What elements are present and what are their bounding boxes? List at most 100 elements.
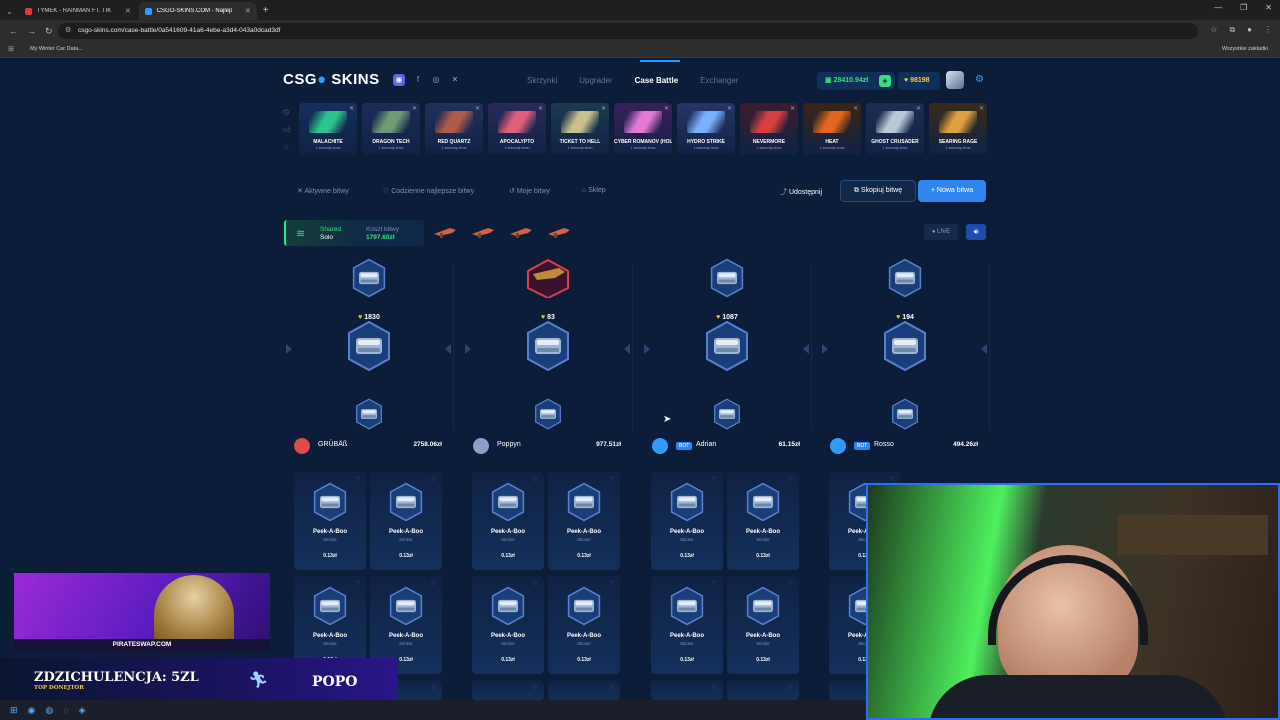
subnav-active-battles[interactable]: ✕ Aktywne bitwy	[297, 187, 349, 195]
close-icon[interactable]: ✕	[727, 105, 732, 112]
minimize-icon[interactable]: —	[1214, 3, 1222, 12]
close-icon[interactable]: ✕	[790, 105, 795, 112]
favorite-icon[interactable]: ♡	[533, 684, 538, 691]
favorite-icon[interactable]: ♡	[533, 580, 538, 587]
player-header[interactable]: GRÜBÄß 2758.06zł	[284, 436, 454, 456]
drop-card[interactable]: ✕ DRAGON TECH 1 sekundę temu	[362, 103, 420, 155]
clock-icon[interactable]: ◷	[283, 108, 297, 116]
site-logo[interactable]: CSG● SKINS	[283, 71, 380, 88]
settings-gear-icon[interactable]: ⚙	[975, 74, 984, 85]
drop-card[interactable]: ✕ RED QUARTZ 1 sekundę temu	[425, 103, 483, 155]
favorite-icon[interactable]: ♡	[609, 476, 614, 483]
favorite-icon[interactable]: ♡	[788, 476, 793, 483]
favorite-icon[interactable]: ♡	[788, 684, 793, 691]
favorite-icon[interactable]: ♡	[431, 684, 436, 691]
new-tab-icon[interactable]: +	[263, 2, 269, 20]
close-icon[interactable]: ✕	[601, 105, 606, 112]
close-icon[interactable]: ✕	[349, 105, 354, 112]
all-bookmarks-link[interactable]: Wszystkie zakładki	[1222, 46, 1268, 52]
player-header[interactable]: BOT Adrian 61.15zł	[642, 436, 812, 456]
back-icon[interactable]: ←	[9, 26, 18, 36]
share-button[interactable]: ⤴ Udostępnij	[780, 187, 822, 197]
discord-icon[interactable]: ◉	[393, 74, 405, 86]
item-card[interactable]: ♡ Peek-A-Boo Sticker 0.13zł	[370, 472, 442, 570]
drop-card[interactable]: ✕ NEVERMORE 1 sekundę temu	[740, 103, 798, 155]
battle-case-thumb[interactable]	[546, 224, 572, 240]
item-card[interactable]: ♡ Peek-A-Boo Sticker 0.13zł	[472, 576, 544, 674]
nav-exchanger[interactable]: Exchanger	[700, 76, 738, 85]
nav-skrzynki[interactable]: Skrzynki	[527, 76, 557, 85]
sound-toggle-icon[interactable]: 🔊︎	[966, 224, 986, 240]
thumb-icon[interactable]: 👍︎	[283, 125, 297, 134]
user-avatar[interactable]	[946, 71, 964, 89]
nav-upgrader[interactable]: Upgrader	[579, 76, 612, 85]
favorite-icon[interactable]: ♡	[431, 580, 436, 587]
drop-card[interactable]: ✕ HEAT 1 sekundę temu	[803, 103, 861, 155]
extensions-icon[interactable]: ⧉	[1229, 25, 1235, 35]
bookmark-star-icon[interactable]: ☆	[1210, 25, 1217, 35]
url-input[interactable]: ⚙ csgo-skins.com/case-battle/0a541609-41…	[58, 23, 1198, 39]
subnav-daily-best[interactable]: ♡ Codzienne najlepsze bitwy	[383, 187, 474, 195]
item-card[interactable]: ♡	[472, 680, 544, 700]
star-icon[interactable]: ☆	[283, 143, 297, 151]
taskbar-app-icon[interactable]: ◌	[63, 705, 68, 715]
favorite-icon[interactable]: ♡	[431, 476, 436, 483]
nav-case-battle[interactable]: Case Battle	[635, 76, 679, 85]
drop-card[interactable]: ✕ SEARING RAGE 1 sekundę temu	[929, 103, 987, 155]
favorite-icon[interactable]: ♡	[609, 580, 614, 587]
close-icon[interactable]: ✕	[412, 105, 417, 112]
item-card[interactable]: ♡ Peek-A-Boo Sticker 0.13zł	[548, 576, 620, 674]
instagram-icon[interactable]: ◎	[430, 74, 442, 86]
item-card[interactable]: ♡	[651, 680, 723, 700]
item-card[interactable]: ♡ Peek-A-Boo Sticker 0.13zł	[727, 472, 799, 570]
forward-icon[interactable]: →	[27, 26, 36, 36]
windows-start-icon[interactable]: ⊞	[10, 705, 18, 716]
tab-csgo-skins[interactable]: CSGO-SKINS.COM - Najlep ✕	[138, 2, 257, 20]
close-icon[interactable]: ✕	[664, 105, 669, 112]
close-icon[interactable]: ✕	[979, 105, 984, 112]
taskbar-app-icon[interactable]: ◈	[79, 705, 86, 716]
close-icon[interactable]: ✕	[853, 105, 858, 112]
site-info-icon[interactable]: ⚙	[65, 23, 71, 39]
favorite-icon[interactable]: ♡	[609, 684, 614, 691]
tab-search-icon[interactable]: ⌄	[6, 7, 13, 16]
close-icon[interactable]: ✕	[538, 105, 543, 112]
item-card[interactable]: ♡	[727, 680, 799, 700]
player-header[interactable]: BOT Rosso 494.26zł	[820, 436, 990, 456]
favorite-icon[interactable]: ♡	[712, 580, 717, 587]
player-header[interactable]: Poppyn 977.51zł	[463, 436, 633, 456]
favorite-icon[interactable]: ♡	[890, 476, 895, 483]
favorite-icon[interactable]: ♡	[533, 476, 538, 483]
profile-icon[interactable]: ●	[1247, 25, 1252, 35]
drop-card[interactable]: ✕ CYBER ROMANOV (HOLO) 1 sekundę temu	[614, 103, 672, 155]
item-card[interactable]: ♡ Peek-A-Boo Sticker 0.13zł	[294, 472, 366, 570]
drop-card[interactable]: ✕ APOCALYPTO 1 sekundę temu	[488, 103, 546, 155]
item-card[interactable]: ♡ Peek-A-Boo Sticker 0.13zł	[548, 472, 620, 570]
favorite-icon[interactable]: ♡	[712, 476, 717, 483]
deposit-plus-icon[interactable]: +	[879, 75, 891, 87]
close-tab-icon[interactable]: ✕	[125, 7, 131, 15]
drop-card[interactable]: ✕ GHOST CRUSADER 1 sekundę temu	[866, 103, 924, 155]
bookmark-link[interactable]: My Winter Car Data...	[30, 46, 83, 52]
copy-battle-button[interactable]: ⧉ Skopiuj bitwę	[840, 180, 916, 202]
menu-icon[interactable]: ⋮	[1264, 25, 1272, 35]
item-card[interactable]: ♡ Peek-A-Boo Sticker 0.13zł	[472, 472, 544, 570]
favorite-icon[interactable]: ♡	[712, 684, 717, 691]
favorite-icon[interactable]: ♡	[355, 476, 360, 483]
item-card[interactable]: ♡	[548, 680, 620, 700]
subnav-shop[interactable]: ⌂ Sklep	[582, 187, 606, 194]
battle-case-thumb[interactable]	[470, 224, 496, 240]
close-tab-icon[interactable]: ✕	[245, 7, 251, 15]
new-battle-button[interactable]: + Nowa bitwa	[918, 180, 986, 202]
tab-youtube[interactable]: TYMEK - RAINMAN FT. TIK ✕	[19, 2, 137, 20]
item-card[interactable]: ♡ Peek-A-Boo Sticker 0.13zł	[651, 472, 723, 570]
taskbar-app-icon[interactable]: ◉	[28, 705, 36, 716]
taskbar-chrome-icon[interactable]: ◍	[45, 705, 53, 716]
maximize-icon[interactable]: ❐	[1240, 3, 1247, 12]
close-icon[interactable]: ✕	[916, 105, 921, 112]
facebook-icon[interactable]: f	[412, 74, 424, 86]
apps-icon[interactable]: ⊞	[8, 45, 14, 53]
battle-case-thumb[interactable]	[508, 224, 534, 240]
drop-card[interactable]: ✕ TICKET TO HELL 1 sekundę temu	[551, 103, 609, 155]
item-card[interactable]: ♡ Peek-A-Boo Sticker 0.13zł	[727, 576, 799, 674]
